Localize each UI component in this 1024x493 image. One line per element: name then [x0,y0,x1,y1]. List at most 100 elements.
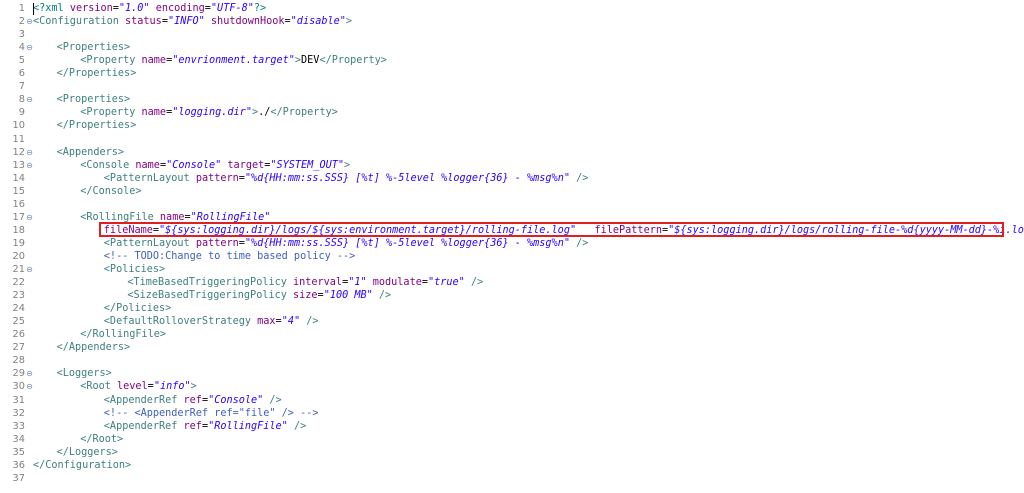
code-line: 4 ⊖ <Properties> [0,41,1024,54]
code-token: <DefaultRolloverStrategy [103,316,258,328]
code-token: </Appenders> [56,342,131,354]
code-token: "SYSTEM_OUT" [270,159,344,171]
code-text: <Properties> [57,41,131,54]
code-line: 7 [0,80,1024,93]
line-number: 27 [12,342,25,354]
code-line: 35 </Loggers> [0,446,1024,459]
code-token: name [159,211,185,223]
code-token: </Configuration> [33,459,132,471]
line-number: 13 [12,159,25,171]
code-text: <Appenders> [57,146,124,159]
line-number: 8 [18,94,25,106]
code-token: "%d{HH:mm:ss.SSS} [%t] %-5level %logger{… [244,172,570,184]
code-token: <SizeBasedTriggeringPolicy [127,290,293,302]
fold-toggle-icon[interactable]: ⊖ [26,41,33,54]
fold-toggle-icon[interactable]: ⊖ [26,159,33,172]
code-token: <AppenderRef [103,394,184,406]
fold-toggle-icon[interactable]: ⊖ [26,367,33,380]
code-token: "%d{HH:mm:ss.SSS} [%t] %-5level %logger{… [244,237,570,249]
code-token: max [257,316,276,328]
line-number: 33 [12,420,25,432]
code-token: "${sys:logging.dir}/logs/rolling-file-%d… [668,224,1024,236]
line-number: 34 [12,433,25,445]
code-line: 31 <AppenderRef ref="Console" /> [0,394,1024,407]
code-text: <Console name="Console" target="SYSTEM_O… [80,159,350,172]
code-token: </Properties> [56,120,137,132]
line-number: 24 [12,303,25,315]
line-number: 2 [18,16,25,28]
code-text: <!-- TODO:Change to time based policy --… [104,250,355,263]
code-line: 16 [0,198,1024,211]
code-token: DEV [301,55,320,67]
code-token: <Appenders> [56,146,125,158]
line-number: 18 [12,224,25,236]
line-number: 29 [12,368,25,380]
code-token: /> [293,420,307,432]
xml-code-editor[interactable]: 1 <?xml version="1.0" encoding="UTF-8"?> 2… [0,0,1024,493]
code-token: ref [183,420,202,432]
line-number: 11 [12,133,25,145]
code-line: 12 ⊖ <Appenders> [0,146,1024,159]
code-token: <Property [80,107,142,119]
code-token: <Console [80,159,136,171]
line-number: 7 [18,81,25,93]
line-number: 12 [12,146,25,158]
code-text: </Console> [80,185,141,198]
code-text: <PatternLayout pattern="%d{HH:mm:ss.SSS}… [104,237,589,250]
fold-toggle-icon[interactable]: ⊖ [26,15,33,28]
code-token: shutdownHook [210,16,285,28]
line-number: 6 [18,68,25,80]
code-token: <Configuration [33,16,126,28]
code-text: <?xml version="1.0" encoding="UTF-8"?> [33,2,266,15]
code-text: <Property name="logging.dir">./</Propert… [80,106,338,119]
code-token: target [227,159,265,171]
code-line: 5 <Property name="envrionment.target">DEV… [0,54,1024,67]
code-token: "1.0" [118,3,150,14]
code-token: "RollingFile" [190,211,271,223]
fold-toggle-icon[interactable]: ⊖ [26,146,33,159]
code-line: 32 <!-- <AppenderRef ref="file" /> --> [0,407,1024,420]
code-line: 8 ⊖ <Properties> [0,93,1024,106]
code-token: /> [306,316,319,328]
code-line: 6 </Properties> [0,67,1024,80]
code-token: "logging.dir" [172,107,252,119]
code-text: </Appenders> [57,341,131,354]
text-cursor [33,3,34,15]
code-token: version [69,3,113,14]
code-line: 34 </Root> [0,433,1024,446]
fold-toggle-icon[interactable]: ⊖ [26,380,33,393]
code-token: <RollingFile [80,211,160,223]
code-line: 18 fileName="${sys:logging.dir}/logs/${sy… [0,224,1024,237]
code-token: pattern [195,237,239,249]
code-token: ref [183,394,202,406]
line-number: 10 [12,120,25,132]
code-token: "${sys:logging.dir}/logs/${sys:environme… [159,224,577,236]
fold-toggle-icon[interactable]: ⊖ [26,263,33,276]
code-line: 20 <!-- TODO:Change to time based policy … [0,250,1024,263]
line-number: 25 [12,316,25,328]
code-token: fileName [103,224,153,236]
code-token: ?> [253,3,267,14]
code-text: </Properties> [57,119,137,132]
code-token: > [345,16,353,28]
code-token: </Property> [270,107,338,119]
code-text: </Loggers> [57,446,118,459]
code-line: 11 [0,133,1024,146]
fold-toggle-icon[interactable]: ⊖ [26,93,33,106]
code-text: <!-- <AppenderRef ref="file" /> --> [104,407,319,420]
code-token: "INFO" [167,16,205,28]
code-text: </Root> [80,433,123,446]
code-line: 29 ⊖ <Loggers> [0,367,1024,380]
code-text: </Configuration> [33,459,131,472]
fold-toggle-icon[interactable]: ⊖ [26,211,33,224]
line-number: 23 [12,290,25,302]
code-text: <Loggers> [57,367,112,380]
code-line: 2 ⊖ <Configuration status="INFO" shutdownH… [0,15,1024,28]
code-text: fileName="${sys:logging.dir}/logs/${sys:… [104,224,1024,237]
line-number: 1 [18,3,25,14]
line-number: 21 [12,264,25,275]
code-token: "UTF-8" [210,3,254,14]
code-line: 24 </Policies> [0,302,1024,315]
line-number: 9 [18,107,25,119]
line-number: 31 [12,394,25,406]
